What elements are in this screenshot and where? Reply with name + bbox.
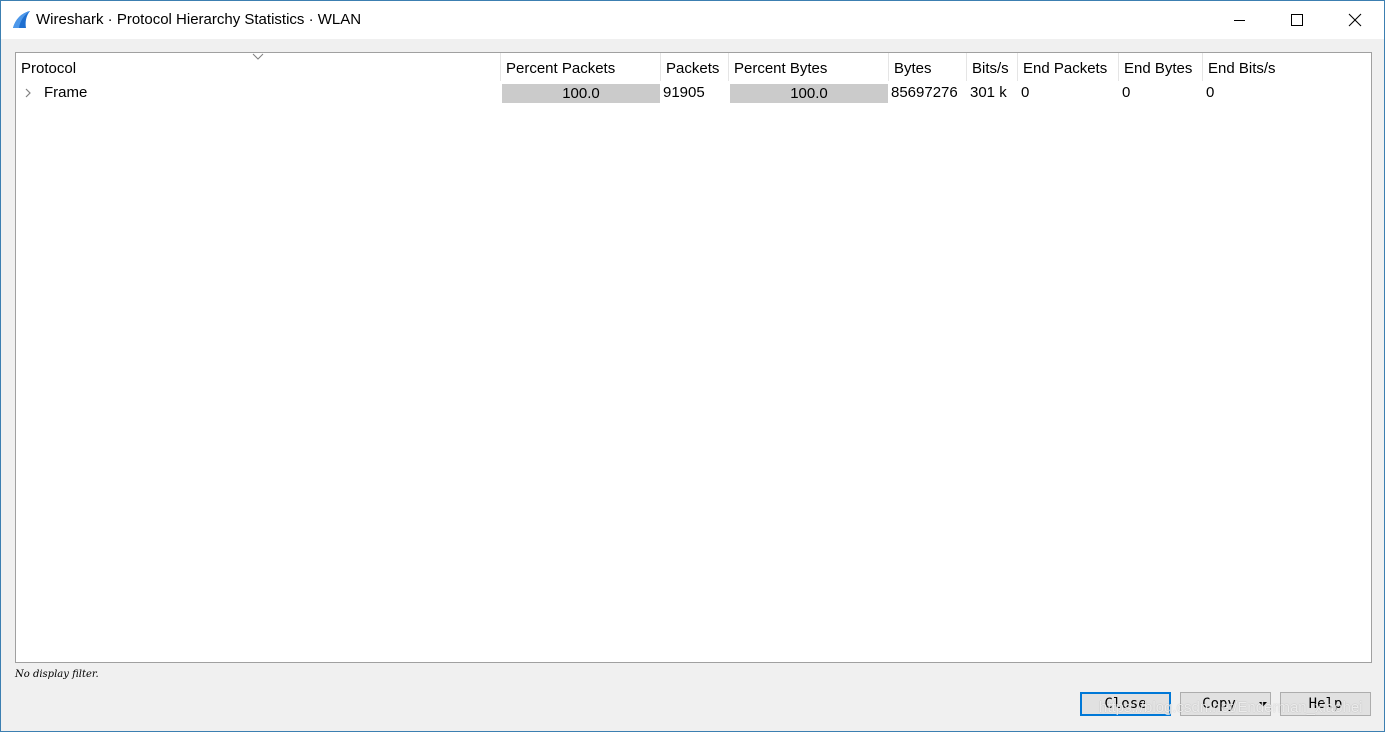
watermark-text: https://blog.csdn.net/Enderman_xiaohei xyxy=(1099,699,1363,716)
close-window-button[interactable] xyxy=(1326,1,1384,39)
packets-cell: 91905 xyxy=(663,84,705,101)
end-bits-per-s-cell: 0 xyxy=(1206,84,1215,101)
title-bar[interactable]: Wireshark · Protocol Hierarchy Statistic… xyxy=(1,1,1384,39)
column-header-end-bits-per-s[interactable]: End Bits/s xyxy=(1202,53,1371,81)
maximize-button[interactable] xyxy=(1268,1,1326,39)
chevron-right-icon[interactable] xyxy=(23,87,33,99)
bits-per-s-cell: 301 k xyxy=(970,84,1007,101)
end-bytes-cell: 0 xyxy=(1122,84,1131,101)
protocol-cell: Frame xyxy=(44,84,88,101)
sort-descending-icon xyxy=(252,53,264,60)
close-icon xyxy=(1348,13,1362,27)
column-header-percent-packets[interactable]: Percent Packets xyxy=(500,53,660,81)
percent-bytes-bar: 100.0 xyxy=(730,84,888,103)
end-packets-cell: 0 xyxy=(1021,84,1030,101)
minimize-icon xyxy=(1234,20,1245,21)
column-header-packets[interactable]: Packets xyxy=(660,53,728,81)
column-header-bits-per-s[interactable]: Bits/s xyxy=(966,53,1017,81)
column-header-end-bytes[interactable]: End Bytes xyxy=(1118,53,1202,81)
column-header-bytes[interactable]: Bytes xyxy=(888,53,966,81)
column-header-row: Protocol Percent Packets Packets Percent… xyxy=(16,53,1371,81)
table-row[interactable]: Frame 100.0 91905 100.0 85697276 301 k 0… xyxy=(16,82,1371,104)
column-header-percent-bytes[interactable]: Percent Bytes xyxy=(728,53,888,81)
maximize-icon xyxy=(1291,14,1303,26)
window-title: Wireshark · Protocol Hierarchy Statistic… xyxy=(36,11,362,28)
minimize-button[interactable] xyxy=(1210,1,1268,39)
display-filter-status: No display filter. xyxy=(15,669,99,680)
column-header-end-packets[interactable]: End Packets xyxy=(1017,53,1118,81)
percent-packets-bar: 100.0 xyxy=(502,84,660,103)
protocol-hierarchy-tree[interactable]: Protocol Percent Packets Packets Percent… xyxy=(15,52,1372,663)
bytes-cell: 85697276 xyxy=(891,84,958,101)
wireshark-fin-icon xyxy=(13,11,30,28)
dialog-window: Wireshark · Protocol Hierarchy Statistic… xyxy=(0,0,1385,732)
